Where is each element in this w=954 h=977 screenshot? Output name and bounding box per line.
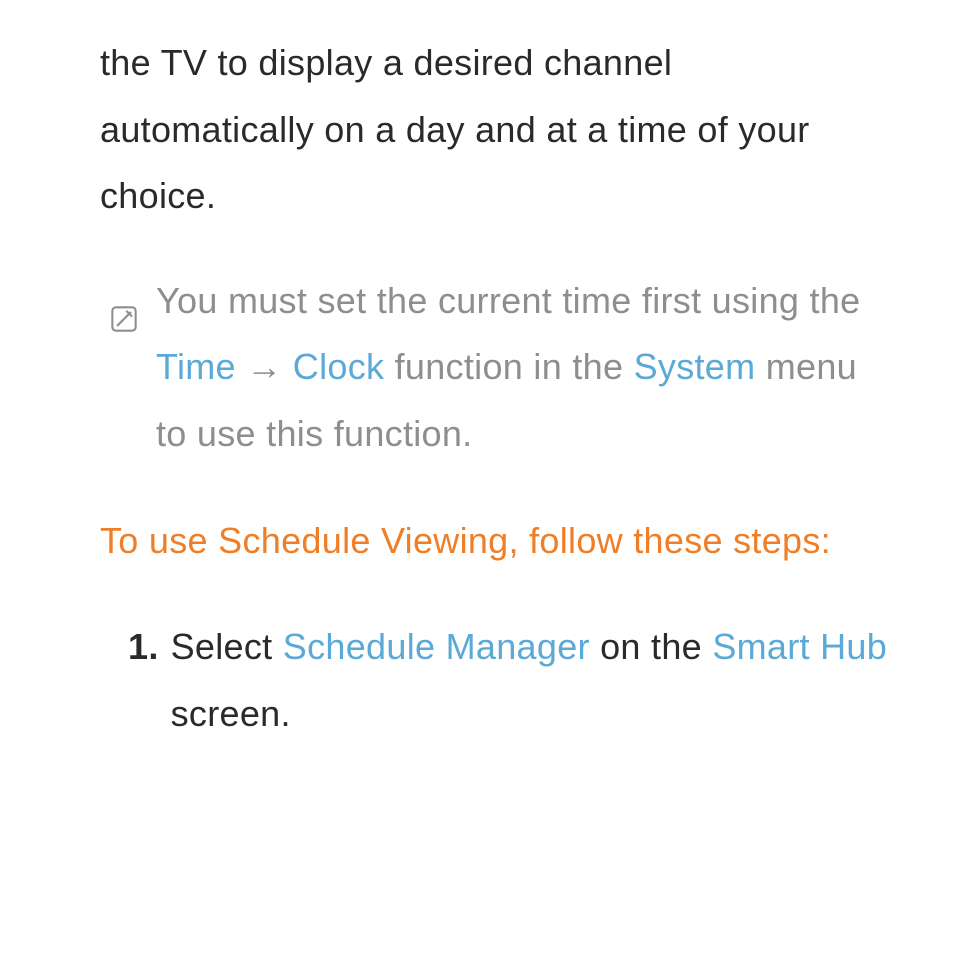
step1-part3: screen. <box>171 693 291 734</box>
time-link: Time <box>156 346 236 387</box>
intro-paragraph: the TV to display a desired channel auto… <box>100 30 894 230</box>
note-part2: function in the <box>384 346 633 387</box>
section-heading: To use Schedule Viewing, follow these st… <box>100 508 894 575</box>
smart-hub-link: Smart Hub <box>712 626 887 667</box>
arrow-separator: → <box>236 346 293 387</box>
step1-part2: on the <box>590 626 713 667</box>
step-text: Select Schedule Manager on the Smart Hub… <box>171 614 894 747</box>
schedule-manager-link: Schedule Manager <box>283 626 590 667</box>
clock-link: Clock <box>293 346 385 387</box>
note-icon <box>110 288 138 468</box>
step-1: 1. Select Schedule Manager on the Smart … <box>100 614 894 747</box>
note-text: You must set the current time first usin… <box>156 268 894 468</box>
note-part1: You must set the current time first usin… <box>156 280 861 321</box>
step-number: 1. <box>128 614 159 747</box>
note-block: You must set the current time first usin… <box>100 268 894 468</box>
step1-part1: Select <box>171 626 283 667</box>
system-link: System <box>634 346 756 387</box>
